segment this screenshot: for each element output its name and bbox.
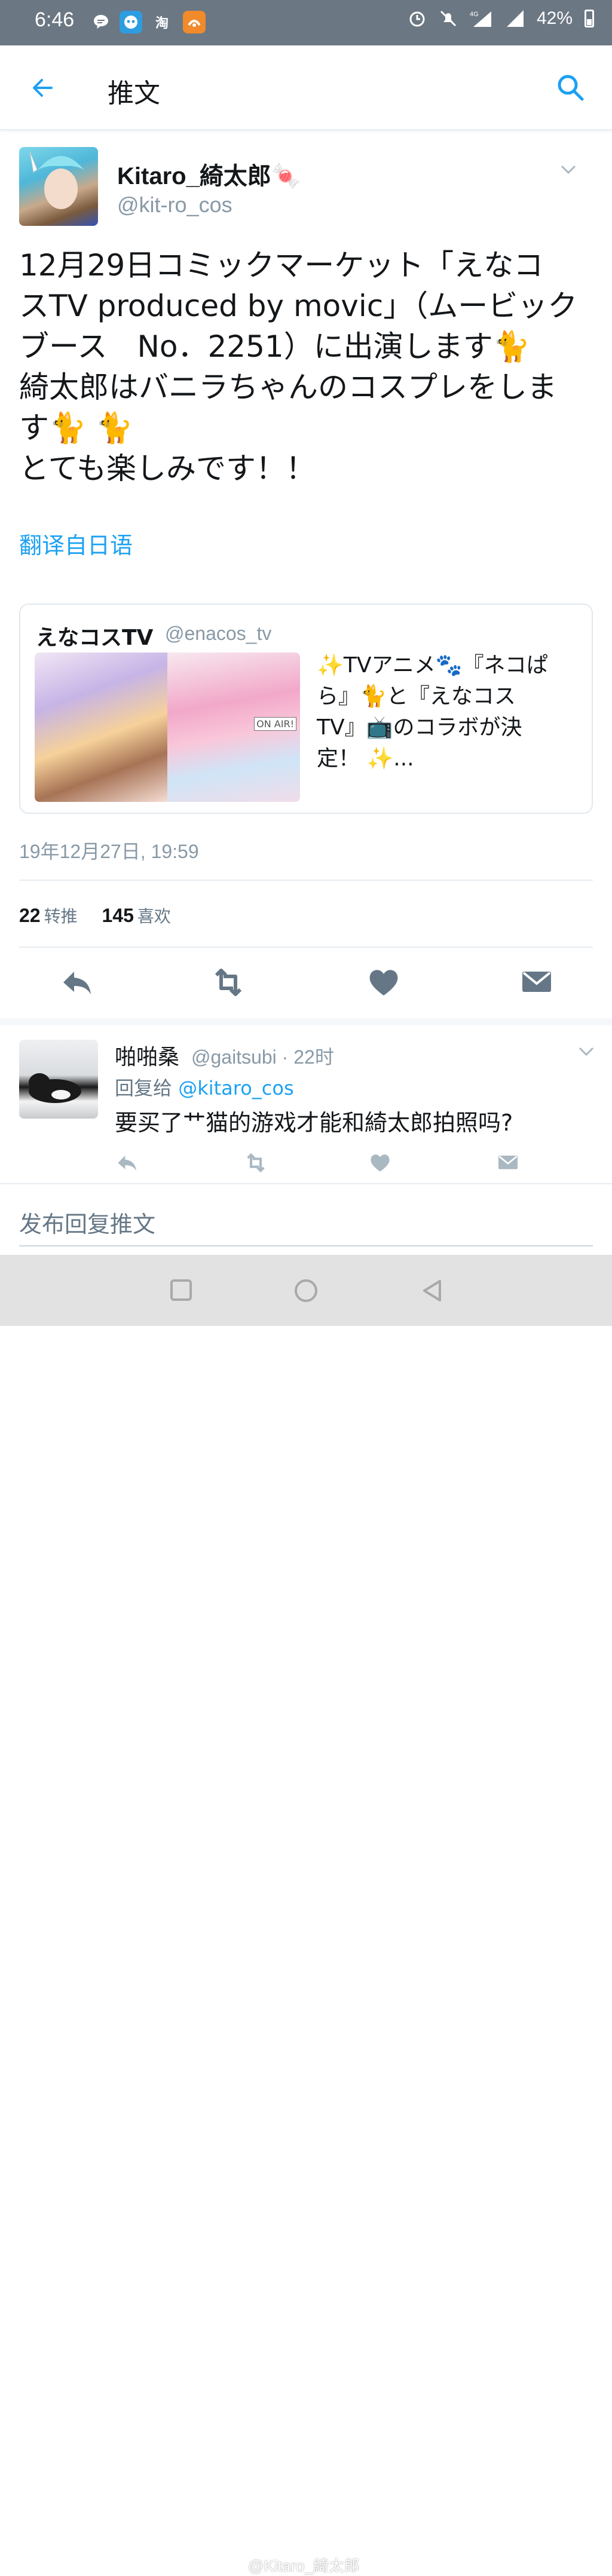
- back-triangle-icon[interactable]: [421, 1279, 443, 1303]
- reply-text: 要买了艹猫的游戏才能和綺太郎拍照吗?: [115, 1110, 513, 1136]
- reply-author-name[interactable]: 啪啪桑: [115, 1040, 179, 1071]
- quoted-tweet-card[interactable]: えなコスTV @enacos_tv ON AIR! ✨TVアニメ🐾『ネコぱ ら』…: [19, 604, 593, 814]
- signal-4g-icon: 4G: [470, 11, 491, 27]
- svg-text:4G: 4G: [470, 11, 479, 18]
- divider: [19, 880, 593, 881]
- home-circle-icon[interactable]: [294, 1279, 318, 1303]
- divider: [0, 1183, 612, 1184]
- signal-icon: [506, 10, 524, 27]
- reply-direct-message-icon[interactable]: [496, 1151, 520, 1175]
- search-icon[interactable]: [555, 72, 586, 103]
- author-name[interactable]: Kitaro_綺太郎🍬: [117, 157, 301, 191]
- author-avatar[interactable]: [19, 147, 98, 226]
- reply-reply-icon[interactable]: [115, 1151, 139, 1175]
- tweet-timestamp: 19年12月27日, 19:59: [19, 841, 199, 862]
- reply-to-line: 回复给 @kitaro_cos: [115, 1073, 294, 1101]
- bot-icon: [120, 11, 142, 33]
- reply-author-handle[interactable]: @gaitsubi · 22时: [191, 1042, 334, 1070]
- recents-square-icon[interactable]: [170, 1279, 192, 1301]
- direct-message-icon[interactable]: [519, 964, 555, 1000]
- page-title: 推文: [108, 78, 160, 109]
- quoted-author-handle: @enacos_tv: [165, 623, 272, 644]
- back-arrow-icon[interactable]: [27, 73, 57, 103]
- app-bar: 推文: [0, 45, 612, 130]
- taobao-icon: 淘: [155, 16, 169, 31]
- battery-icon: [585, 10, 594, 27]
- section-divider: [0, 1018, 612, 1025]
- status-bar: 6:46 淘 4G 42%: [0, 0, 612, 45]
- author-handle[interactable]: @kit-ro_cos: [117, 192, 232, 218]
- tweet-stats: 22 转推 145 喜欢: [19, 903, 190, 927]
- on-air-caption: ON AIR!: [254, 717, 296, 731]
- like-label[interactable]: 喜欢: [137, 907, 171, 926]
- chevron-down-icon[interactable]: [559, 164, 577, 176]
- reply-avatar[interactable]: [19, 1040, 98, 1119]
- anime-artwork-image: [35, 653, 167, 802]
- compose-reply-input[interactable]: 发布回复推文: [19, 1206, 155, 1239]
- tweet-text: 12月29日コミックマーケット「えなコ スTV produced by movi…: [19, 248, 578, 486]
- message-icon: [90, 11, 112, 33]
- retweet-label[interactable]: 转推: [44, 907, 78, 926]
- battery-percent: 42%: [536, 8, 573, 28]
- reply-chevron-down-icon[interactable]: [577, 1046, 595, 1058]
- quoted-tweet-image: ON AIR!: [35, 653, 300, 802]
- cosplay-photo-image: ON AIR!: [167, 653, 300, 802]
- reply-like-heart-icon[interactable]: [368, 1151, 392, 1175]
- reply-to-handle-link[interactable]: @kitaro_cos: [178, 1077, 293, 1099]
- retweet-count[interactable]: 22: [19, 905, 41, 926]
- status-time: 6:46: [35, 8, 75, 31]
- alarm-icon: [409, 11, 425, 27]
- like-heart-icon[interactable]: [366, 964, 402, 1000]
- like-count[interactable]: 145: [102, 905, 134, 926]
- retweet-icon[interactable]: [210, 964, 246, 1000]
- quoted-tweet-text: ✨TVアニメ🐾『ネコぱ ら』🐈と『えなコス TV』📺のコラボが決 定！ ✨...: [317, 653, 548, 771]
- mute-icon: [440, 10, 457, 27]
- compose-underline: [19, 1245, 593, 1246]
- divider: [19, 947, 593, 948]
- reply-to-label: 回复给: [115, 1077, 173, 1099]
- quoted-author-name: えなコスTV: [36, 626, 154, 650]
- uc-icon: [183, 11, 206, 33]
- system-nav-bar: @Kitaro_綺太郎: [0, 1255, 612, 2575]
- weibo-watermark: @Kitaro_綺太郎: [248, 2557, 360, 2575]
- reply-icon[interactable]: [59, 964, 94, 1000]
- translate-link[interactable]: 翻译自日语: [19, 527, 133, 560]
- reply-retweet-icon[interactable]: [244, 1151, 268, 1175]
